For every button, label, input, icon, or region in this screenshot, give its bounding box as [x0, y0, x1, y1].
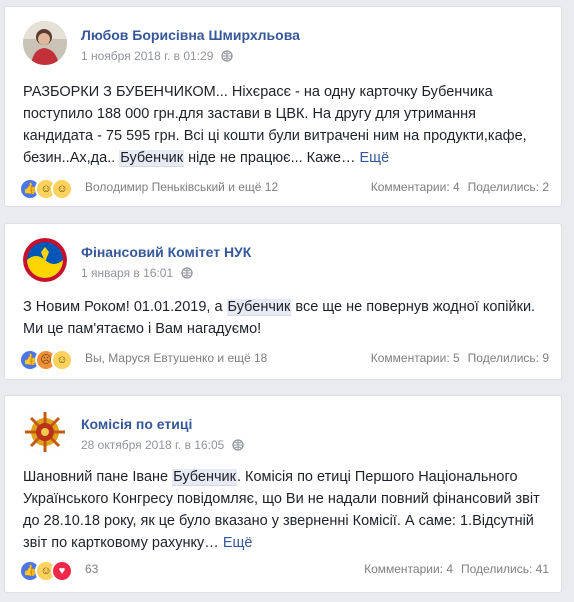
- post-text-part: Шановний пане Іване: [23, 469, 173, 485]
- post-date[interactable]: 1 ноября 2018 г. в 01:29: [81, 49, 213, 63]
- love-icon: ♥: [51, 560, 73, 582]
- wow-icon: ☺: [51, 349, 73, 371]
- post-text: Шановний пане Іване Бубенчик. Комісія по…: [23, 466, 547, 554]
- post-footer: 👍 ☺ ☺ Володимир Пеньківський и ещё 12 Ко…: [19, 177, 549, 200]
- post-stats: Комментарии: 5 Поделились: 9: [363, 351, 549, 365]
- news-feed: Любов Борисівна Шмирхльова 1 ноября 2018…: [0, 0, 574, 602]
- highlighted-word: Бубенчик: [119, 150, 185, 167]
- post-author[interactable]: Фінансовий Комітет НУК: [81, 244, 251, 260]
- post-date[interactable]: 1 января в 16:01: [81, 266, 173, 280]
- post: Фінансовий Комітет НУК 1 января в 16:01 …: [4, 223, 562, 380]
- post-footer: 👍 ☺ ♥ 63 Комментарии: 4 Поделились: 41: [19, 559, 549, 582]
- post-text: РАЗБОРКИ З БУБЕНЧИКОМ... Ніхєрасє - на о…: [23, 81, 547, 169]
- avatar[interactable]: [23, 21, 67, 65]
- post-meta: 1 ноября 2018 г. в 01:29: [81, 49, 233, 65]
- post: Любов Борисівна Шмирхльова 1 ноября 2018…: [4, 6, 562, 207]
- shares-count[interactable]: Поделились: 2: [468, 180, 549, 194]
- post-meta: 1 января в 16:01: [81, 266, 193, 282]
- post-date[interactable]: 28 октября 2018 г. в 16:05: [81, 438, 224, 452]
- post-meta: 28 октября 2018 г. в 16:05: [81, 438, 244, 454]
- post-stats: Комментарии: 4 Поделились: 2: [363, 180, 549, 194]
- globe-icon: [232, 439, 244, 454]
- avatar[interactable]: [23, 238, 67, 282]
- avatar[interactable]: [23, 410, 67, 454]
- highlighted-word: Бубенчик: [172, 469, 237, 486]
- post-stats: Комментарии: 4 Поделились: 41: [356, 562, 549, 576]
- shares-count[interactable]: Поделились: 9: [468, 351, 549, 365]
- highlighted-word: Бубенчик: [226, 299, 292, 316]
- see-more-link[interactable]: Ещё: [359, 150, 389, 166]
- comments-count[interactable]: Комментарии: 4: [364, 562, 453, 576]
- post-footer: 👍 ☹ ☺ Вы, Маруся Евтушенко и ещё 18 Комм…: [19, 348, 549, 371]
- globe-icon: [221, 50, 233, 65]
- comments-count[interactable]: Комментарии: 4: [371, 180, 460, 194]
- post-author[interactable]: Комісія по етиці: [81, 416, 192, 432]
- post-text-part: ніде не працює... Каже…: [184, 150, 360, 166]
- shares-count[interactable]: Поделились: 41: [461, 562, 549, 576]
- post: Комісія по етиці 28 октября 2018 г. в 16…: [4, 395, 562, 593]
- post-author[interactable]: Любов Борисівна Шмирхльова: [81, 27, 300, 43]
- haha-icon: ☺: [51, 178, 73, 200]
- comments-count[interactable]: Комментарии: 5: [371, 351, 460, 365]
- post-text-part: З Новим Роком! 01.01.2019, а: [23, 299, 227, 315]
- reactions-text[interactable]: Володимир Пеньківський и ещё 12: [85, 180, 278, 194]
- post-text: З Новим Роком! 01.01.2019, а Бубенчик вс…: [23, 296, 547, 340]
- reactions-text[interactable]: 63: [85, 562, 98, 576]
- see-more-link[interactable]: Ещё: [223, 535, 253, 551]
- globe-icon: [180, 267, 193, 282]
- reactions-text[interactable]: Вы, Маруся Евтушенко и ещё 18: [85, 351, 267, 365]
